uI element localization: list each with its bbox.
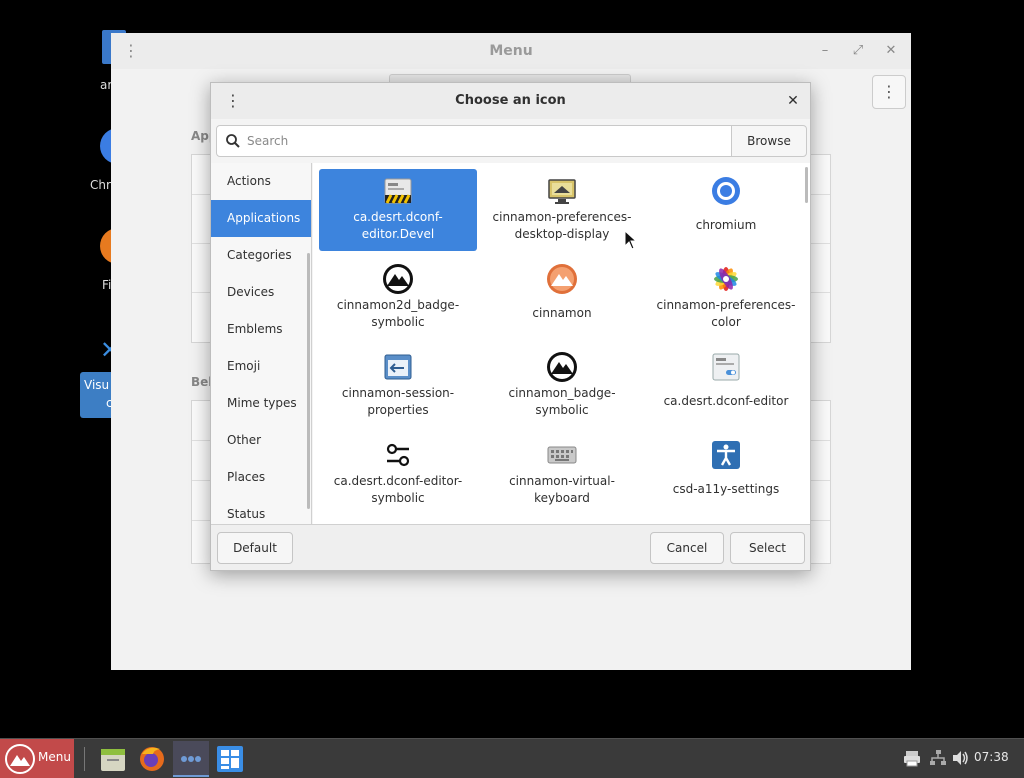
hamburger-menu-button[interactable]: ⋮: [872, 75, 906, 109]
volume-icon[interactable]: [950, 748, 970, 768]
cinnamon-badge-icon: [547, 352, 577, 382]
search-input[interactable]: [247, 131, 717, 151]
icon-item-cinnamon[interactable]: cinnamon: [483, 257, 641, 339]
icon-item-chromium[interactable]: chromium: [647, 169, 805, 251]
icon-item-label: cinnamon-preferences-: [492, 210, 632, 224]
icon-item-desktop-display[interactable]: cinnamon-preferences- desktop-display: [483, 169, 641, 251]
close-icon[interactable]: ✕: [783, 91, 803, 111]
icon-item-cinnamon2d-badge[interactable]: cinnamon2d_badge- symbolic: [319, 257, 477, 339]
dialog-title: Choose an icon: [455, 93, 566, 108]
cinnamon-badge-icon: [383, 264, 413, 294]
dialog-header[interactable]: ⋮ Choose an icon ✕: [211, 83, 810, 119]
select-button[interactable]: Select: [730, 532, 805, 564]
icon-item-cinnamon-badge[interactable]: cinnamon_badge- symbolic: [483, 345, 641, 427]
category-status[interactable]: Status: [211, 496, 311, 524]
category-emblems[interactable]: Emblems: [211, 311, 311, 348]
category-places[interactable]: Places: [211, 459, 311, 496]
icon-item-label-2: properties: [367, 403, 429, 417]
category-other[interactable]: Other: [211, 422, 311, 459]
menu-applet-button[interactable]: Menu: [0, 739, 74, 778]
icon-item-label-2: symbolic: [535, 403, 589, 417]
dconf-editor-icon: [712, 353, 740, 381]
dconf-symbolic-icon: [386, 443, 410, 467]
mouse-cursor-icon: [624, 230, 638, 250]
category-categories[interactable]: Categories: [211, 237, 311, 274]
icon-item-label-2: symbolic: [371, 315, 425, 329]
window-title: Menu: [489, 43, 533, 59]
icon-item-session-properties[interactable]: cinnamon-session- properties: [319, 345, 477, 427]
taskbar-separator: [84, 747, 85, 771]
icon-item-preferences-color[interactable]: cinnamon-preferences- color: [647, 257, 805, 339]
icon-grid: ca.desrt.dconf- editor.Devel cinnamon-pr…: [313, 163, 810, 524]
choose-icon-dialog: ⋮ Choose an icon ✕ Browse Actions Applic…: [210, 82, 811, 571]
icon-item-label: cinnamon2d_badge-: [336, 298, 460, 312]
sidebar-scrollbar[interactable]: [307, 253, 310, 509]
icon-item-dconf-devel[interactable]: ca.desrt.dconf- editor.Devel: [319, 169, 477, 251]
taskbar-files-launcher[interactable]: [95, 741, 131, 777]
taskbar-active-window[interactable]: [173, 741, 209, 777]
chromium-icon: [712, 177, 740, 205]
category-sidebar: Actions Applications Categories Devices …: [211, 163, 312, 524]
minimize-icon[interactable]: –: [815, 41, 835, 61]
icon-item-label: cinnamon: [532, 306, 592, 320]
category-actions[interactable]: Actions: [211, 163, 311, 200]
clock[interactable]: 07:38: [974, 750, 1009, 764]
icon-item-label: csd-a11y-settings: [672, 482, 780, 496]
icon-item-label-2: desktop-display: [514, 227, 610, 241]
window-titlebar[interactable]: ⋮ Menu – ⤢ ✕: [111, 33, 911, 69]
dialog-footer: Default Cancel Select: [211, 524, 810, 570]
icon-item-label: ca.desrt.dconf-editor-: [333, 474, 463, 488]
close-icon[interactable]: ✕: [881, 41, 901, 61]
session-icon: [384, 354, 412, 380]
cancel-button[interactable]: Cancel: [650, 532, 724, 564]
search-field[interactable]: [216, 125, 732, 157]
menu-applet-label: Menu: [38, 750, 71, 764]
dconf-devel-icon: [384, 178, 412, 204]
icon-item-label-2: editor.Devel: [361, 227, 435, 241]
keyboard-icon: [547, 446, 577, 464]
network-icon[interactable]: [928, 748, 948, 768]
icon-item-virtual-keyboard[interactable]: cinnamon-virtual- keyboard: [483, 433, 641, 515]
color-icon: [714, 267, 738, 291]
search-icon: [226, 134, 240, 148]
taskbar-workspace-launcher[interactable]: [212, 741, 248, 777]
icon-item-label: cinnamon-session-: [341, 386, 455, 400]
icon-item-dconf-editor[interactable]: ca.desrt.dconf-editor: [647, 345, 805, 427]
grid-app-icon: [217, 746, 243, 772]
icon-item-a11y-settings[interactable]: csd-a11y-settings: [647, 433, 805, 515]
taskbar-firefox-launcher[interactable]: [134, 741, 170, 777]
desktop-icon-label: Chr: [90, 178, 111, 192]
icon-item-label: ca.desrt.dconf-: [353, 210, 443, 224]
category-mime-types[interactable]: Mime types: [211, 385, 311, 422]
taskbar: Menu 07:38: [0, 738, 1024, 778]
icon-item-label-2: color: [711, 315, 741, 329]
icon-item-label-2: keyboard: [534, 491, 590, 505]
printer-icon[interactable]: [902, 748, 922, 768]
icon-item-dconf-symbolic[interactable]: ca.desrt.dconf-editor- symbolic: [319, 433, 477, 515]
firefox-icon: [140, 747, 164, 771]
display-icon: [548, 179, 576, 204]
icon-item-label: cinnamon-virtual-: [509, 474, 615, 488]
category-applications[interactable]: Applications: [211, 200, 311, 237]
cinnamon-icon: [547, 264, 577, 294]
files-icon: [101, 749, 125, 771]
icon-item-label: chromium: [695, 218, 757, 232]
category-devices[interactable]: Devices: [211, 274, 311, 311]
desktop-icon-label: Visu: [84, 378, 110, 392]
default-button[interactable]: Default: [217, 532, 293, 564]
desktop-icon-label: Fi: [102, 278, 112, 292]
dots-icon: [181, 756, 201, 762]
icon-item-label: ca.desrt.dconf-editor: [663, 394, 789, 408]
icon-grid-scrollbar[interactable]: [805, 167, 808, 203]
icon-item-label-2: symbolic: [371, 491, 425, 505]
desktop-icon-label-2: c: [106, 396, 113, 410]
browse-button[interactable]: Browse: [731, 125, 807, 157]
category-emoji[interactable]: Emoji: [211, 348, 311, 385]
icon-item-label: cinnamon-preferences-: [656, 298, 796, 312]
maximize-icon[interactable]: ⤢: [848, 41, 868, 61]
cinnamon-logo-icon: [5, 744, 35, 774]
icon-item-label: cinnamon_badge-: [508, 386, 616, 400]
accessibility-icon: [712, 441, 740, 469]
